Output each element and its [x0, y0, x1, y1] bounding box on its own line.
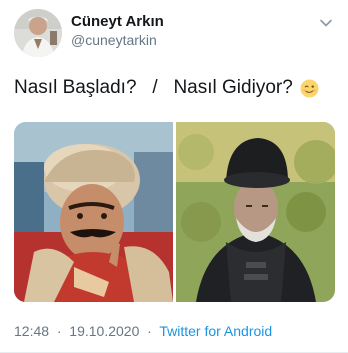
tweet-body: Nasıl Başladı? / Nasıl Gidiyor? [14, 77, 293, 98]
wink-emoji-icon [300, 78, 319, 98]
tweet-time[interactable]: 12:48 [14, 323, 49, 339]
media-photo-right[interactable] [176, 122, 335, 302]
tweet-meta: 12:48 · 19.10.2020 · Twitter for Android [14, 323, 272, 339]
chevron-down-icon[interactable] [317, 14, 335, 32]
photo-warrior-fur-hat-icon [14, 122, 173, 302]
media-grid [14, 122, 335, 302]
meta-separator-2: · [143, 323, 156, 339]
photo-old-man-black-turban-icon [176, 122, 335, 302]
media-photo-left[interactable] [14, 122, 173, 302]
tweet-text: Nasıl Başladı? / Nasıl Gidiyor? [14, 77, 319, 99]
meta-separator: · [52, 323, 66, 339]
tweet-card: Cüneyt Arkın @cuneytarkin Nasıl Başladı?… [0, 0, 348, 353]
avatar-image [14, 9, 62, 57]
tweet-source-link[interactable]: Twitter for Android [159, 323, 272, 339]
author-handle[interactable]: @cuneytarkin [71, 32, 157, 48]
avatar[interactable] [14, 9, 62, 57]
author-display-name[interactable]: Cüneyt Arkın [71, 13, 164, 30]
tweet-date[interactable]: 19.10.2020 [69, 323, 139, 339]
